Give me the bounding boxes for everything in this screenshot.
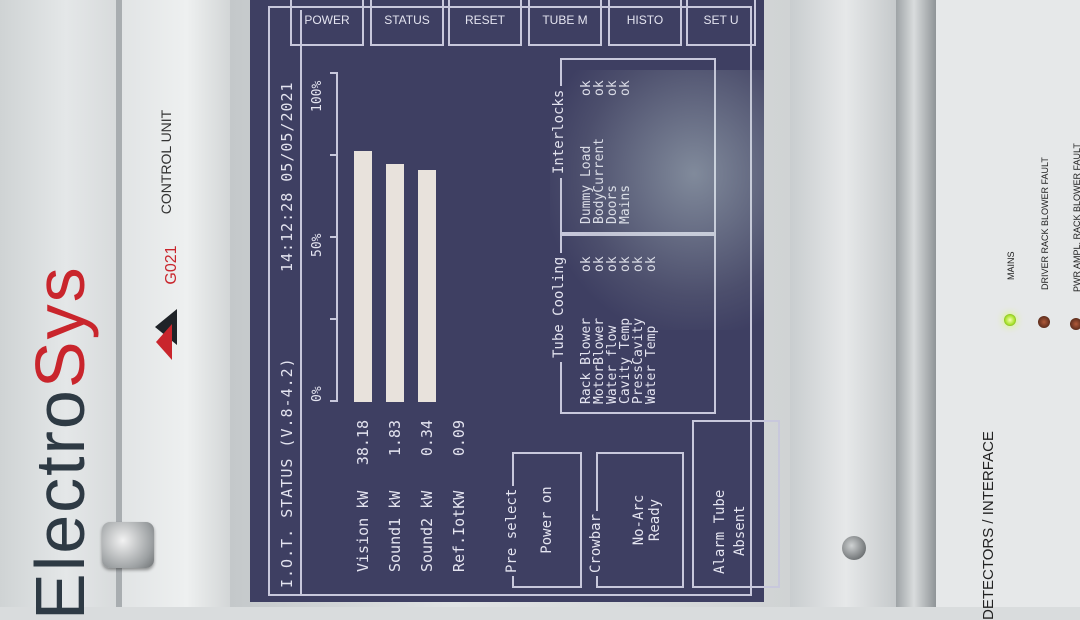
reading-label-reflected: Ref.IotKW [450,490,468,572]
menu-button-tube[interactable]: TUBE M [528,0,602,46]
menu-bar: POWER STATUS RESET TUBE M HISTO SET U [290,0,760,50]
iot-status-display: I.O.T. STATUS (V.8-4.2) 14:12:28 05/05/2… [250,0,764,602]
alarm-tube-box: Alarm Tube Absent [692,420,780,588]
reading-value-vision: 38.18 [354,420,372,466]
reading-value-sound2: 0.34 [418,420,436,457]
interlocks-title: Interlocks [551,85,567,178]
driver-blower-fault-led-icon [1038,316,1050,328]
brand-logo: ElectroSys [21,265,99,620]
reading-label-sound1: Sound1 kW [386,490,404,572]
lcd-screen: I.O.T. STATUS (V.8-4.2) 14:12:28 05/05/2… [250,0,764,602]
scale-tick [330,400,338,402]
reading-value-sound1: 1.83 [386,420,404,457]
cooling-item-status: ok [644,256,659,272]
reading-value-reflected: 0.09 [450,420,468,457]
panel-screw-icon [842,536,866,560]
scale-tick [330,72,338,74]
tube-cooling-title: Tube Cooling [551,252,567,362]
preselect-title: Pre select [504,485,520,576]
crowbar-line1: No-Arc [631,494,647,546]
scale-tick [330,236,338,238]
interlock-item-status: ok [618,80,633,96]
menu-button-reset[interactable]: RESET [448,0,522,46]
crowbar-box: Crowbar No-Arc Ready [588,452,684,588]
power-bar-sound2 [418,170,436,402]
pwr-blower-fault-led-icon [1070,318,1080,330]
reading-label-sound2: Sound2 kW [418,490,436,572]
scale-label-0: 0% [310,386,325,402]
alarm-tube-value: Absent [732,505,748,556]
scale-label-100: 100% [310,80,325,112]
scale-label-50: 50% [310,233,325,257]
unit-logo-accent-icon [156,324,172,360]
menu-button-power[interactable]: POWER [290,0,364,46]
tube-cooling-box: Tube Cooling Rack Blower ok MotorBlower … [551,234,716,414]
menu-button-history[interactable]: HISTO [608,0,682,46]
panel-knob[interactable] [102,522,154,568]
rack-rail [790,0,902,607]
mains-led-icon [1004,314,1016,326]
power-bar-vision [354,151,372,402]
alarm-tube-title: Alarm Tube [712,489,728,574]
reading-label-vision: Vision kW [354,490,372,572]
datetime-readout: 14:12:28 05/05/2021 [278,81,296,272]
crowbar-line2: Ready [647,498,663,542]
indicator-label-pwr-blower: PWR AMPL. RACK BLOWER FAULT [1072,143,1080,292]
indicator-label-mains: MAINS [1006,251,1016,280]
preselect-value: Power on [539,486,555,554]
indicator-label-driver-blower: DRIVER RACK BLOWER FAULT [1040,157,1050,290]
menu-button-status[interactable]: STATUS [370,0,444,46]
interlocks-box: Interlocks Dummy Load ok BodyCurrent ok … [551,58,716,234]
scale-tick [330,318,338,320]
unit-label: CONTROL UNIT [158,109,174,215]
preselect-box: Pre select Power on [504,452,582,588]
scale-tick [330,154,338,156]
power-bar-sound1 [386,164,404,402]
page-title: I.O.T. STATUS (V.8-4.2) [278,357,296,588]
interlock-item-label: Mains [618,184,633,224]
crowbar-title: Crowbar [588,510,604,576]
rack-rail-groove [896,0,936,607]
cooling-item-label: Water Temp [644,325,659,404]
title-divider [300,10,302,596]
interface-title: DETECTORS / INTERFACE [980,431,997,620]
menu-button-setup[interactable]: SET U [686,0,756,46]
